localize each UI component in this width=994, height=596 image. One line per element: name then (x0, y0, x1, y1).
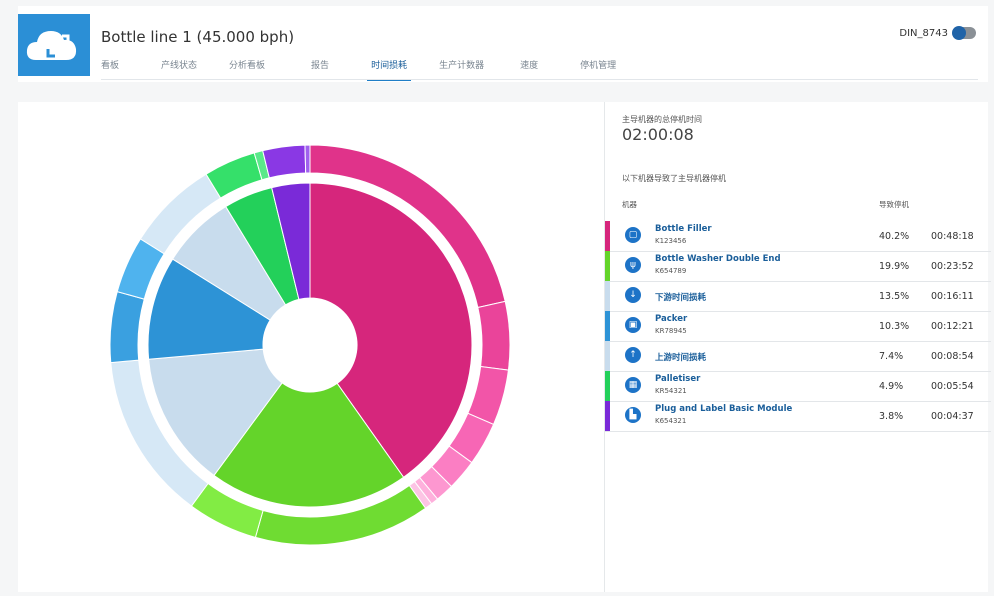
outer-slice[interactable] (477, 300, 511, 371)
machine-row[interactable]: ▙ Plug and Label Basic Module K654321 3.8% 0… (605, 401, 991, 432)
machine-code: K654789 (655, 267, 687, 275)
col-downtime: 导致停机 (879, 200, 909, 209)
sunburst-chart-container (18, 102, 605, 592)
machine-downtime: 00:05:54 (931, 381, 974, 392)
machine-row[interactable]: ▢ Bottle Filler K123456 40.2% 00:48:18 (605, 221, 991, 252)
machine-row[interactable]: ▦ Palletiser KR54321 4.9% 00:05:54 (605, 371, 991, 402)
page-title: Bottle line 1 (45.000 bph) (101, 28, 295, 46)
machine-percent: 19.9% (879, 261, 910, 272)
machine-name[interactable]: 下游时间损耗 (655, 291, 706, 303)
machine-code: KR78945 (655, 327, 687, 335)
arrow-down-icon: ↓ (625, 287, 641, 303)
machine-percent: 7.4% (879, 351, 904, 362)
packer-icon: ▣ (625, 317, 641, 333)
machine-percent: 3.8% (879, 411, 904, 422)
machine-color-bar (605, 311, 610, 341)
tab-analysis[interactable]: 分析看板 (229, 58, 265, 80)
machine-color-bar (605, 221, 610, 251)
machine-downtime: 00:08:54 (931, 351, 974, 362)
machine-color-bar (605, 371, 610, 401)
machine-row[interactable]: ▣ Packer KR78945 10.3% 00:12:21 (605, 311, 991, 342)
machine-name[interactable]: Bottle Filler (655, 224, 712, 234)
subtitle: 以下机器导致了主导机器停机 (622, 174, 726, 183)
sunburst-chart (109, 144, 511, 546)
machine-color-bar (605, 401, 610, 431)
machine-code: KR54321 (655, 387, 687, 395)
user-name: DIN_8743 (899, 28, 948, 39)
tab-speed[interactable]: 速度 (520, 58, 538, 80)
machine-percent: 10.3% (879, 321, 910, 332)
machine-name[interactable]: Packer (655, 314, 687, 324)
machine-name[interactable]: Palletiser (655, 374, 700, 384)
tab-downtime-management[interactable]: 停机管理 (580, 58, 616, 80)
total-downtime-value: 02:00:08 (622, 125, 694, 144)
machine-percent: 4.9% (879, 381, 904, 392)
outer-slice[interactable] (262, 144, 307, 179)
machine-downtime: 00:23:52 (931, 261, 974, 272)
machine-downtime: 00:48:18 (931, 231, 974, 242)
machine-color-bar (605, 251, 610, 281)
outer-slice[interactable] (109, 291, 145, 364)
tab-production-counter[interactable]: 生产计数器 (439, 58, 484, 80)
machine-row[interactable]: ↓ 下游时间损耗 13.5% 00:16:11 (605, 281, 991, 312)
col-machine: 机器 (622, 200, 637, 209)
total-downtime-label: 主导机器的总停机时间 (622, 115, 702, 124)
machine-row[interactable]: ↑ 上游时间损耗 7.4% 00:08:54 (605, 341, 991, 372)
washer-icon: ψ (625, 257, 641, 273)
outer-slice[interactable] (304, 144, 311, 174)
machine-downtime: 00:04:37 (931, 411, 974, 422)
label-module-icon: ▙ (625, 407, 641, 423)
tab-bar: 看板 产线状态 分析看板 报告 时间损耗 生产计数器 速度 停机管理 (101, 58, 616, 81)
machine-percent: 40.2% (879, 231, 910, 242)
machine-downtime: 00:16:11 (931, 291, 974, 302)
machine-list-panel: 主导机器的总停机时间 02:00:08 以下机器导致了主导机器停机 机器 导致停… (605, 102, 991, 592)
cloud-logo (18, 14, 90, 76)
machine-color-bar (605, 341, 610, 371)
filler-icon: ▢ (625, 227, 641, 243)
tab-line-status[interactable]: 产线状态 (161, 58, 197, 80)
machine-downtime: 00:12:21 (931, 321, 974, 332)
user-toggle[interactable] (952, 26, 976, 40)
machine-percent: 13.5% (879, 291, 910, 302)
arrow-up-icon: ↑ (625, 347, 641, 363)
tab-dashboard[interactable]: 看板 (101, 58, 119, 80)
time-loss-panel: 主导机器的总停机时间 02:00:08 以下机器导致了主导机器停机 机器 导致停… (18, 102, 991, 592)
machine-code: K123456 (655, 237, 687, 245)
machine-row[interactable]: ψ Bottle Washer Double End K654789 19.9% 00:… (605, 251, 991, 282)
machine-name[interactable]: Bottle Washer Double End (655, 254, 781, 264)
machine-code: K654321 (655, 417, 687, 425)
palletiser-icon: ▦ (625, 377, 641, 393)
tab-time-loss[interactable]: 时间损耗 (367, 58, 412, 81)
machine-name[interactable]: 上游时间损耗 (655, 351, 706, 363)
header-divider (101, 79, 978, 80)
tab-report[interactable]: 报告 (311, 58, 329, 80)
app-header: Bottle line 1 (45.000 bph) 看板 产线状态 分析看板 … (18, 6, 988, 82)
machine-name[interactable]: Plug and Label Basic Module (655, 404, 792, 414)
machine-color-bar (605, 281, 610, 311)
